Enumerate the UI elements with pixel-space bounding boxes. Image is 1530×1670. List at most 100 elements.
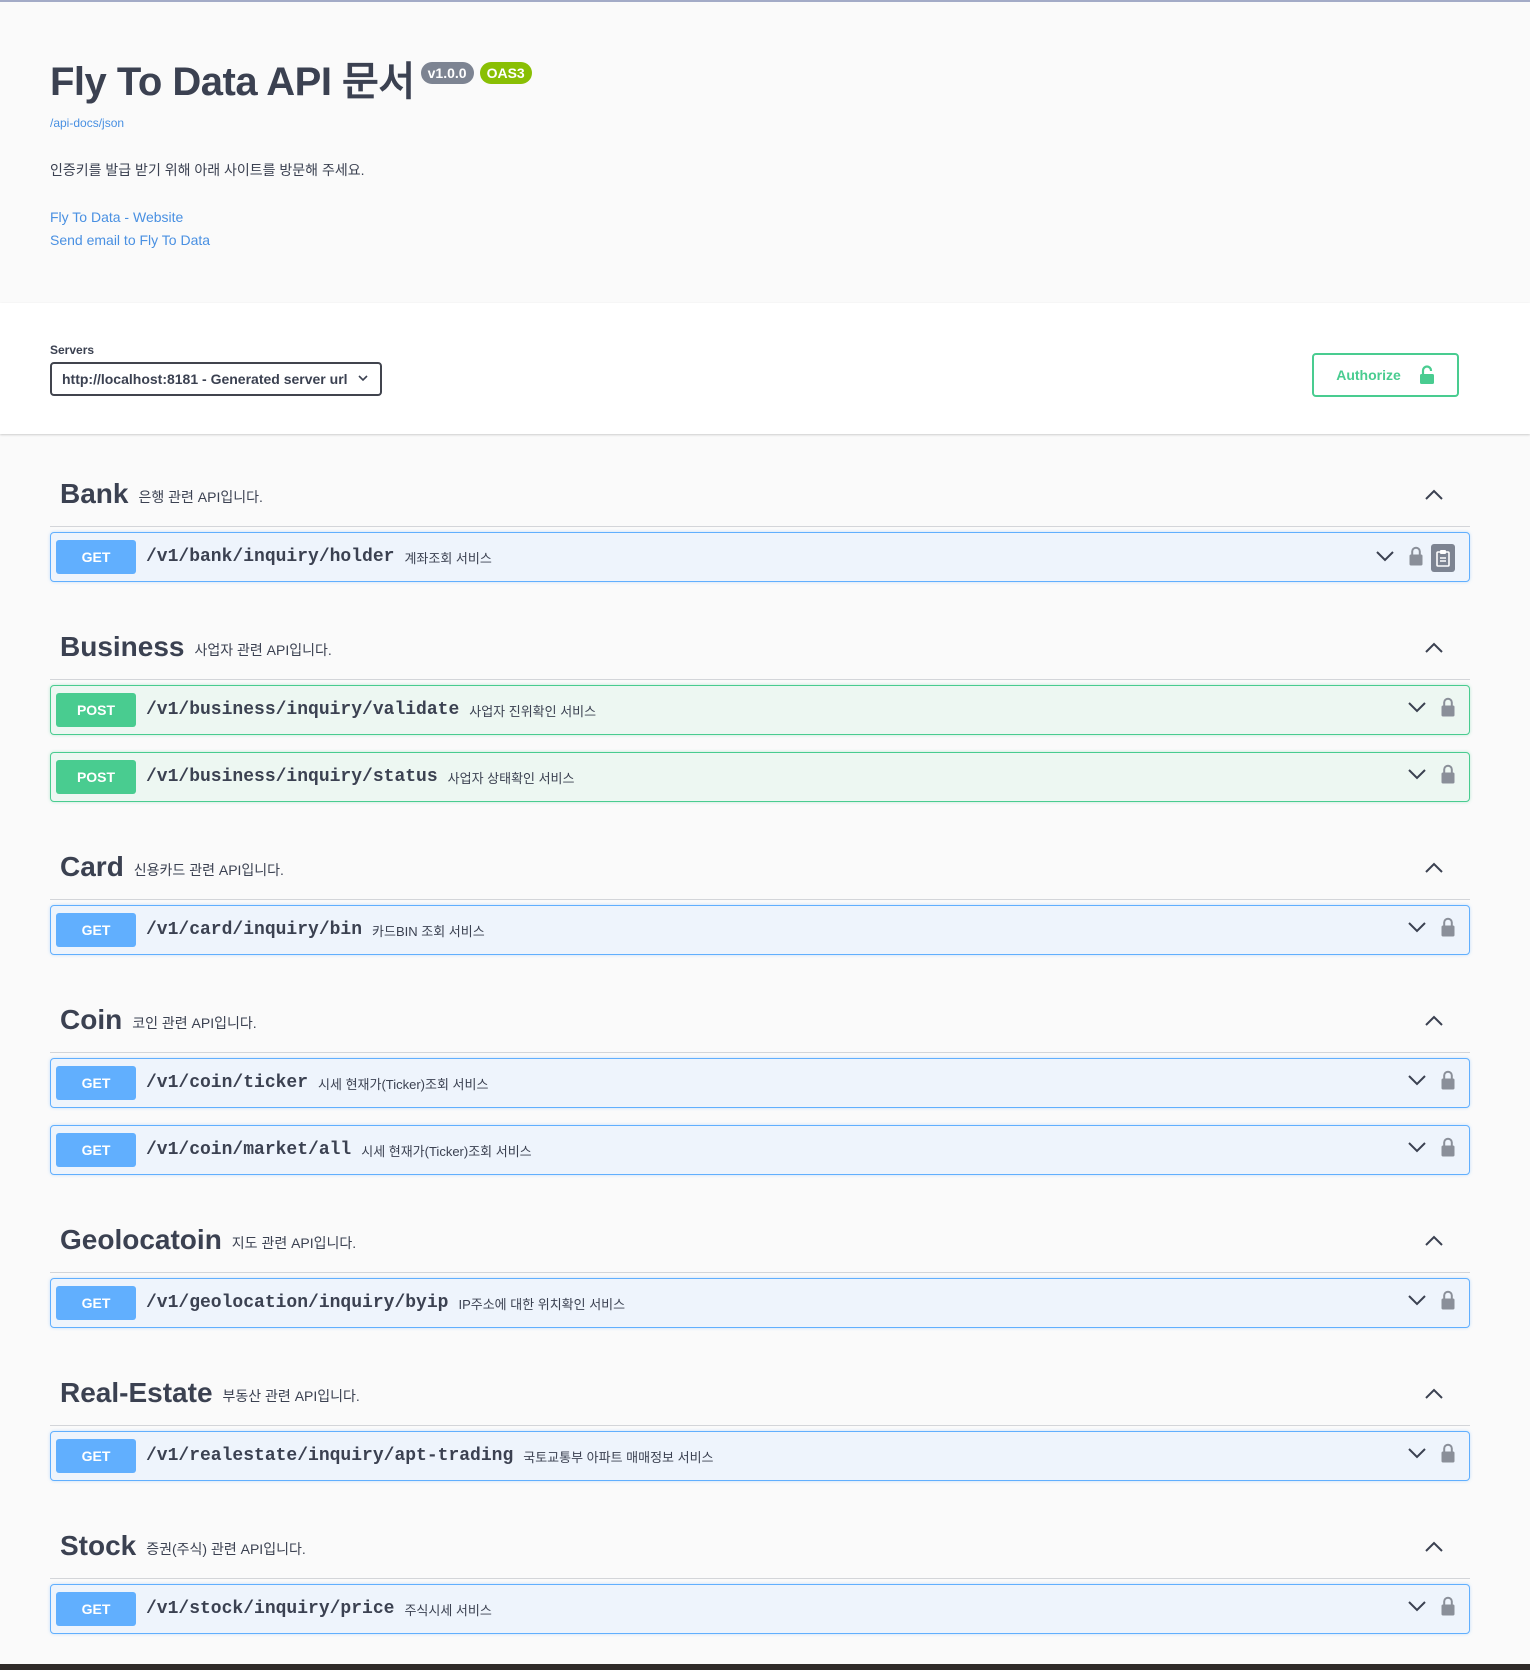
- version-badge: v1.0.0: [420, 62, 474, 84]
- chevron-down-icon[interactable]: [1407, 1446, 1427, 1465]
- operation-path: /v1/geolocation/inquiry/byip: [146, 1293, 449, 1313]
- operation-row[interactable]: POST/v1/business/inquiry/validate 사업자 진위확…: [50, 685, 1470, 735]
- chevron-up-icon[interactable]: [1424, 641, 1444, 660]
- bottom-bar: [0, 1664, 1530, 1670]
- http-method-badge: GET: [56, 1133, 136, 1167]
- email-link[interactable]: Send email to Fly To Data: [50, 229, 1450, 252]
- tag-name: Coin: [60, 1004, 123, 1035]
- chevron-up-icon[interactable]: [1424, 488, 1444, 507]
- operation-controls: [1407, 1290, 1455, 1315]
- tag-section-bank: Bank 은행 관련 API입니다. GET/v1/bank/inquiry/hol…: [50, 462, 1470, 582]
- chevron-up-icon[interactable]: [1424, 1014, 1444, 1033]
- tag-name: Bank: [60, 478, 129, 509]
- oas-badge: OAS3: [479, 62, 532, 84]
- operation-path: /v1/coin/market/all: [146, 1140, 352, 1160]
- chevron-down-icon: [358, 375, 368, 382]
- chevron-down-icon[interactable]: [1407, 920, 1427, 939]
- tag-description: 부동산 관련 API입니다.: [222, 1388, 360, 1404]
- operation-controls: [1407, 1596, 1455, 1621]
- tag-name: Stock: [60, 1530, 137, 1561]
- authorize-button[interactable]: Authorize: [1312, 353, 1459, 397]
- chevron-down-icon[interactable]: [1407, 700, 1427, 719]
- tag-description: 지도 관련 API입니다.: [231, 1235, 357, 1251]
- chevron-up-icon[interactable]: [1424, 1540, 1444, 1559]
- operation-path: /v1/coin/ticker: [146, 1073, 309, 1093]
- tag-description: 신용카드 관련 API입니다.: [133, 862, 284, 878]
- website-link[interactable]: Fly To Data - Website: [50, 206, 1450, 229]
- operation-row[interactable]: GET/v1/coin/market/all 시세 현재가(Ticker)조회 서…: [50, 1125, 1470, 1175]
- operation-path: /v1/business/inquiry/status: [146, 767, 438, 787]
- http-method-badge: GET: [56, 1592, 136, 1626]
- lock-icon[interactable]: [1441, 1070, 1455, 1095]
- tag-section-card: Card 신용카드 관련 API입니다. GET/v1/card/inquiry/b…: [50, 835, 1470, 955]
- top-border: [0, 0, 1530, 2]
- operation-controls: [1375, 544, 1455, 572]
- tag-header[interactable]: Business 사업자 관련 API입니다.: [50, 615, 1470, 680]
- chevron-down-icon[interactable]: [1407, 1140, 1427, 1159]
- info-links: Fly To Data - Website Send email to Fly …: [50, 206, 1450, 252]
- title-row: Fly To Data API 문서 v1.0.0 OAS3: [50, 52, 1450, 112]
- http-method-badge: GET: [56, 1066, 136, 1100]
- operation-summary: IP주소에 대한 위치확인 서비스: [458, 1296, 626, 1312]
- lock-icon[interactable]: [1441, 1443, 1455, 1468]
- servers-select[interactable]: http://localhost:8181 - Generated server…: [50, 362, 382, 396]
- lock-icon[interactable]: [1441, 764, 1455, 789]
- lock-icon[interactable]: [1441, 1596, 1455, 1621]
- lock-icon[interactable]: [1409, 546, 1423, 571]
- tag-description: 은행 관련 API입니다.: [138, 489, 263, 505]
- tag-description: 코인 관련 API입니다.: [132, 1015, 257, 1031]
- unlock-icon: [1419, 365, 1434, 384]
- http-method-badge: GET: [56, 540, 136, 574]
- http-method-badge: GET: [56, 1286, 136, 1320]
- http-method-badge: POST: [56, 693, 136, 727]
- copy-to-clipboard-icon[interactable]: [1431, 544, 1455, 572]
- tag-header[interactable]: Geolocatoin 지도 관련 API입니다.: [50, 1208, 1470, 1273]
- operation-row[interactable]: GET/v1/geolocation/inquiry/byip IP주소에 대한 …: [50, 1278, 1470, 1328]
- chevron-down-icon[interactable]: [1375, 549, 1395, 568]
- operation-summary: 주식시세 서비스: [404, 1602, 492, 1618]
- tag-name: Business: [60, 631, 185, 662]
- chevron-down-icon[interactable]: [1407, 1293, 1427, 1312]
- operation-path: /v1/stock/inquiry/price: [146, 1599, 395, 1619]
- operation-row[interactable]: GET/v1/coin/ticker 시세 현재가(Ticker)조회 서비스: [50, 1058, 1470, 1108]
- tag-header[interactable]: Bank 은행 관련 API입니다.: [50, 462, 1470, 527]
- chevron-up-icon[interactable]: [1424, 861, 1444, 880]
- operation-row[interactable]: GET/v1/realestate/inquiry/apt-trading 국토교…: [50, 1431, 1470, 1481]
- tag-name: Card: [60, 851, 124, 882]
- tag-header[interactable]: Real-Estate 부동산 관련 API입니다.: [50, 1361, 1470, 1426]
- lock-icon[interactable]: [1441, 917, 1455, 942]
- info-header: Fly To Data API 문서 v1.0.0 OAS3 /api-docs…: [50, 52, 1450, 252]
- lock-icon[interactable]: [1441, 1137, 1455, 1162]
- chevron-up-icon[interactable]: [1424, 1387, 1444, 1406]
- tag-header[interactable]: Card 신용카드 관련 API입니다.: [50, 835, 1470, 900]
- operation-row[interactable]: GET/v1/stock/inquiry/price 주식시세 서비스: [50, 1584, 1470, 1634]
- operation-summary: 국토교통부 아파트 매매정보 서비스: [523, 1449, 714, 1465]
- lock-icon[interactable]: [1441, 1290, 1455, 1315]
- tag-description: 증권(주식) 관련 API입니다.: [146, 1541, 306, 1557]
- tag-header[interactable]: Stock 증권(주식) 관련 API입니다.: [50, 1514, 1470, 1579]
- operation-row[interactable]: POST/v1/business/inquiry/status 사업자 상태확인 …: [50, 752, 1470, 802]
- spec-url-link[interactable]: /api-docs/json: [50, 116, 1450, 130]
- http-method-badge: GET: [56, 1439, 136, 1473]
- chevron-down-icon[interactable]: [1407, 767, 1427, 786]
- operation-path: /v1/realestate/inquiry/apt-trading: [146, 1446, 514, 1466]
- operation-summary: 시세 현재가(Ticker)조회 서비스: [318, 1076, 489, 1092]
- tag-name: Real-Estate: [60, 1377, 213, 1408]
- servers-label: Servers: [50, 343, 95, 357]
- page-title: Fly To Data API 문서: [50, 60, 415, 104]
- api-description: 인증키를 발급 받기 위해 아래 사이트를 방문해 주세요.: [50, 162, 365, 178]
- operation-controls: [1407, 697, 1455, 722]
- chevron-up-icon[interactable]: [1424, 1234, 1444, 1253]
- chevron-down-icon[interactable]: [1407, 1073, 1427, 1092]
- lock-icon[interactable]: [1441, 697, 1455, 722]
- operation-row[interactable]: GET/v1/bank/inquiry/holder 계좌조회 서비스: [50, 532, 1470, 582]
- operation-path: /v1/card/inquiry/bin: [146, 920, 363, 940]
- operation-row[interactable]: GET/v1/card/inquiry/bin 카드BIN 조회 서비스: [50, 905, 1470, 955]
- tag-name: Geolocatoin: [60, 1224, 222, 1255]
- chevron-down-icon[interactable]: [1407, 1599, 1427, 1618]
- operation-summary: 사업자 상태확인 서비스: [447, 770, 575, 786]
- operation-controls: [1407, 1070, 1455, 1095]
- http-method-badge: POST: [56, 760, 136, 794]
- operation-summary: 카드BIN 조회 서비스: [372, 923, 485, 939]
- tag-header[interactable]: Coin 코인 관련 API입니다.: [50, 988, 1470, 1053]
